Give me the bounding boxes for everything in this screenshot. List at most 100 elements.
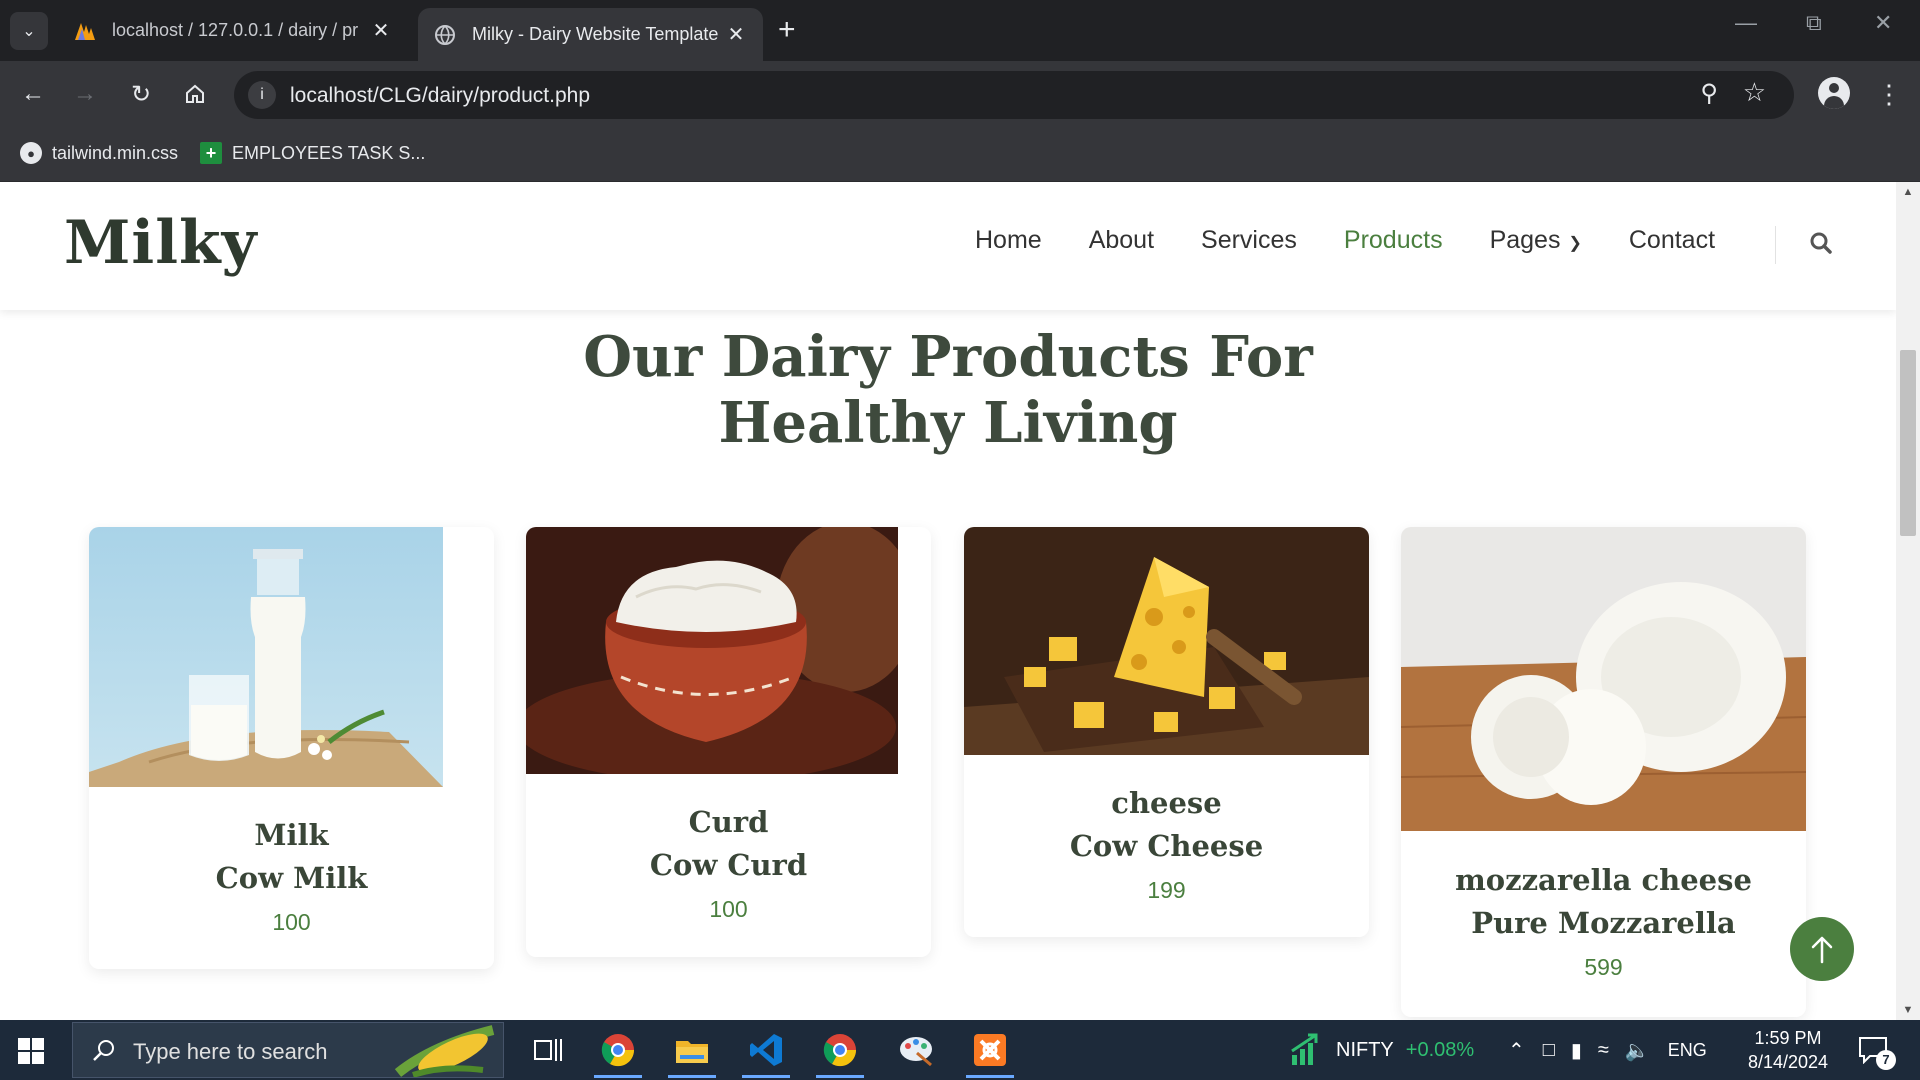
- xampp-icon: [974, 1034, 1006, 1066]
- back-to-top-button[interactable]: [1790, 917, 1854, 981]
- file-explorer-icon: [676, 1041, 708, 1063]
- chevron-down-icon: ❯: [1568, 235, 1582, 252]
- product-card-curd[interactable]: Curd Cow Curd 100: [526, 527, 931, 957]
- nav-contact[interactable]: Contact: [1629, 226, 1715, 255]
- language-indicator[interactable]: ENG: [1668, 1040, 1707, 1061]
- tab-milky[interactable]: Milky - Dairy Website Template ✕: [418, 8, 763, 61]
- product-card-cheese[interactable]: cheese Cow Cheese 199: [964, 527, 1369, 937]
- search-icon: [93, 1040, 114, 1061]
- back-button[interactable]: ←: [14, 75, 52, 113]
- task-view-icon: [534, 1039, 562, 1061]
- close-icon[interactable]: ✕: [368, 18, 394, 43]
- clock-date: 8/14/2024: [1747, 1052, 1829, 1072]
- taskbar-paint[interactable]: [888, 1028, 944, 1072]
- restore-button[interactable]: ⧉: [1806, 10, 1822, 36]
- tab-search-button[interactable]: ⌄: [10, 12, 48, 50]
- scroll-down-icon[interactable]: ▼: [1896, 1004, 1920, 1016]
- task-view-button[interactable]: [520, 1028, 576, 1072]
- site-info-icon[interactable]: i: [248, 81, 276, 109]
- taskbar-file-explorer[interactable]: [664, 1028, 720, 1078]
- tab-title: localhost / 127.0.0.1 / dairy / pr: [112, 20, 359, 40]
- search-icon[interactable]: [1806, 228, 1836, 258]
- product-category: Curd: [688, 805, 769, 839]
- url-text[interactable]: localhost/CLG/dairy/product.php: [290, 84, 590, 108]
- close-icon: ✕: [1874, 10, 1893, 35]
- close-window-button[interactable]: ✕: [1874, 10, 1892, 36]
- taskbar-vscode[interactable]: [738, 1028, 794, 1078]
- browser-toolbar: ← → ↻ i localhost/CLG/dairy/product.php …: [0, 61, 1920, 128]
- chrome-icon: [601, 1034, 635, 1067]
- nav-services[interactable]: Services: [1201, 226, 1297, 255]
- globe-icon: [432, 22, 458, 48]
- chart-up-icon: [1291, 1033, 1318, 1065]
- ticker-label: NIFTY: [1336, 1038, 1394, 1061]
- arrow-left-icon: ←: [21, 80, 45, 107]
- site-logo[interactable]: Milky: [64, 208, 257, 278]
- wifi-icon[interactable]: ≈: [1598, 1039, 1609, 1062]
- bookmark-tailwind[interactable]: ● tailwind.min.css: [20, 142, 178, 164]
- product-price: 599: [1584, 954, 1623, 980]
- close-icon[interactable]: ✕: [723, 22, 749, 47]
- profile-avatar[interactable]: [1818, 77, 1850, 109]
- windows-start-icon[interactable]: [18, 1038, 44, 1064]
- forward-button[interactable]: →: [66, 75, 104, 113]
- globe-icon: ●: [20, 142, 42, 164]
- minimize-icon: —: [1735, 10, 1757, 35]
- page-scrollbar[interactable]: ▲ ▼: [1896, 182, 1920, 1020]
- reload-icon: ↻: [130, 80, 152, 108]
- product-name: Cow Cheese: [1069, 829, 1264, 863]
- browser-menu-icon[interactable]: ⋮: [1876, 75, 1902, 113]
- battery-icon[interactable]: ▮: [1571, 1038, 1582, 1063]
- chevron-up-icon[interactable]: ⌃: [1508, 1038, 1525, 1063]
- nav-products[interactable]: Products: [1344, 226, 1443, 255]
- bookmark-star-icon[interactable]: ☆: [1743, 77, 1766, 108]
- zoom-icon[interactable]: ⚲: [1700, 79, 1718, 108]
- reload-button[interactable]: ↻: [122, 75, 160, 113]
- bookmark-employees-task[interactable]: + EMPLOYEES TASK S...: [200, 142, 425, 164]
- vscode-icon: [750, 1034, 782, 1066]
- product-category: Milk: [254, 818, 329, 852]
- nav-home[interactable]: Home: [975, 226, 1042, 255]
- nav-about[interactable]: About: [1089, 226, 1154, 255]
- phpmyadmin-icon: [72, 18, 98, 44]
- taskbar-clock[interactable]: 1:59 PM 8/14/2024: [1728, 1026, 1848, 1074]
- product-category: mozzarella cheese: [1455, 863, 1752, 897]
- taskbar-chrome[interactable]: [590, 1028, 646, 1078]
- volume-icon[interactable]: 🔈: [1625, 1038, 1650, 1063]
- bookmark-label: EMPLOYEES TASK S...: [232, 142, 426, 163]
- corn-icon: [394, 1025, 495, 1077]
- product-price: 100: [709, 896, 748, 922]
- taskbar-xampp[interactable]: [962, 1028, 1018, 1078]
- product-name: Cow Milk: [215, 861, 368, 895]
- notification-center-button[interactable]: 7: [1858, 1036, 1896, 1070]
- windows-taskbar: Type here to search NIFTY +0.08% ⌃ □ ▮ ≈…: [0, 1020, 1920, 1080]
- product-image-curd: [526, 527, 916, 782]
- address-bar[interactable]: i localhost/CLG/dairy/product.php ⚲ ☆: [234, 71, 1794, 119]
- bookmarks-bar: ● tailwind.min.css + EMPLOYEES TASK S...: [0, 128, 1920, 182]
- nav-divider: [1775, 226, 1776, 264]
- home-button[interactable]: [176, 75, 214, 113]
- taskbar-chrome-profile[interactable]: [812, 1028, 868, 1078]
- scroll-up-icon[interactable]: ▲: [1896, 186, 1920, 198]
- stock-ticker[interactable]: NIFTY +0.08%: [1288, 1020, 1474, 1080]
- new-tab-button[interactable]: +: [778, 12, 796, 48]
- nav-pages[interactable]: Pages ❯: [1490, 226, 1582, 255]
- product-card-milk[interactable]: Milk Cow Milk 100: [89, 527, 494, 969]
- system-tray: ⌃ □ ▮ ≈ 🔈 ENG: [1508, 1020, 1707, 1080]
- scrollbar-thumb[interactable]: [1900, 350, 1916, 536]
- product-category: cheese: [1111, 786, 1222, 820]
- browser-tab-bar: ⌄ localhost / 127.0.0.1 / dairy / pr ✕ M…: [0, 0, 1920, 61]
- product-card-mozzarella[interactable]: mozzarella cheese Pure Mozzarella 599: [1401, 527, 1806, 1017]
- tab-phpmyadmin[interactable]: localhost / 127.0.0.1 / dairy / pr ✕: [58, 8, 408, 53]
- paint-icon: [900, 1037, 932, 1067]
- chrome-icon: [823, 1034, 857, 1067]
- tab-title: Milky - Dairy Website Template: [472, 24, 719, 44]
- home-icon: [186, 84, 204, 103]
- main-nav: Home About Services Products Pages ❯ Cont…: [975, 226, 1715, 255]
- sheets-icon: +: [200, 142, 222, 164]
- minimize-button[interactable]: —: [1735, 10, 1757, 36]
- section-title-line1: Our Dairy Products For: [583, 324, 1313, 390]
- meet-icon[interactable]: □: [1543, 1039, 1555, 1062]
- taskbar-search-box[interactable]: Type here to search: [72, 1022, 504, 1078]
- nav-pages-label: Pages: [1489, 226, 1561, 254]
